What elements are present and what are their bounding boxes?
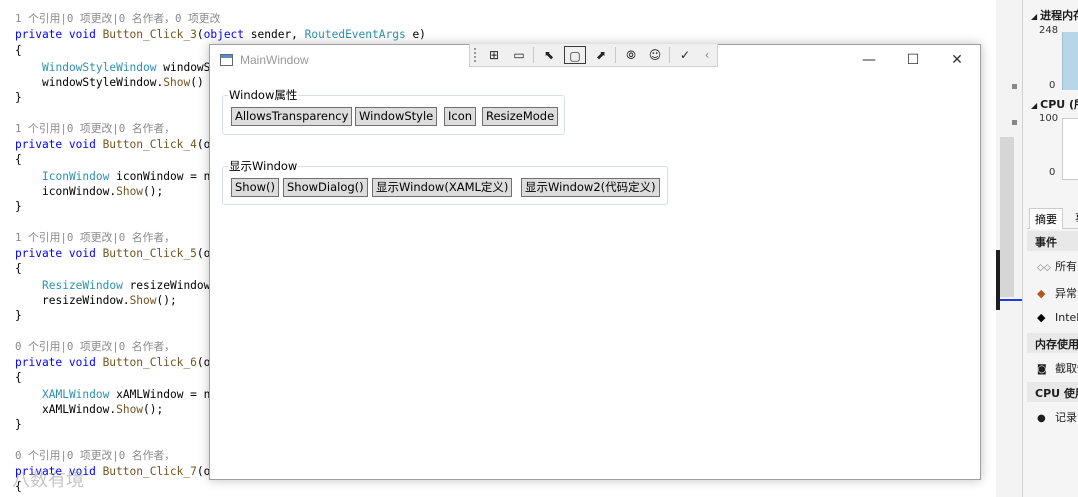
scroll-caret-marker: [996, 250, 1000, 310]
track-focus-icon[interactable]: ⬉: [538, 46, 560, 64]
code-statement: iconWindow.Show();: [42, 185, 164, 198]
cpu-header[interactable]: ◢CPU (所有: [1031, 96, 1078, 112]
codelens-info[interactable]: 1 个引用|0 项更改|0 名作者，0 项更改: [15, 12, 220, 26]
icon-button[interactable]: Icon: [444, 107, 477, 126]
window-style-button[interactable]: WindowStyle: [355, 107, 438, 126]
minimize-button[interactable]: —: [846, 45, 892, 75]
codelens-info[interactable]: 1 个引用|0 项更改|0 名作者，: [15, 231, 175, 245]
show-code-window-button[interactable]: 显示Window2(代码定义): [521, 178, 660, 197]
scroll-marker: [1012, 120, 1017, 125]
watermark: 八数有境: [12, 470, 84, 491]
diagnostic-tools-panel: ◢进程内存 248 0 ◢CPU (所有 100 0 摘要 事件 事件 ◇◇所有…: [1022, 0, 1078, 497]
intellitrace-diamond-icon: ◆: [1037, 311, 1046, 324]
show-button[interactable]: Show(): [231, 178, 280, 197]
exception-diamond-icon: ◆: [1037, 287, 1046, 300]
method-signature-button-click-4: private void Button_Click_4(o: [15, 138, 211, 151]
scroll-position-marker: [1000, 299, 1022, 301]
code-statement: WindowStyleWindow windowS: [42, 61, 211, 74]
code-brace: {: [15, 371, 22, 384]
method-signature-button-click-6: private void Button_Click_6(o: [15, 356, 211, 369]
code-brace: }: [15, 418, 22, 431]
record-dot-icon: ●: [1037, 413, 1046, 424]
memory-chart: [1062, 32, 1078, 90]
codelens-info[interactable]: 1 个引用|0 项更改|0 名作者，: [15, 122, 175, 136]
hot-reload-icon[interactable]: ⬈: [590, 46, 612, 64]
memory-max-label: 248: [1039, 25, 1059, 36]
cpu-max-label: 100: [1039, 113, 1059, 124]
tab-summary[interactable]: 摘要: [1029, 208, 1063, 229]
cpu-min-label: 0: [1049, 167, 1056, 178]
code-brace: }: [15, 309, 22, 322]
cpu-chart: [1062, 118, 1078, 180]
show-layout-icon[interactable]: ▢: [564, 46, 586, 64]
code-brace: {: [15, 44, 22, 57]
cpu-usage-section-header: CPU 使用率: [1027, 382, 1078, 402]
collapse-icon[interactable]: ‹: [696, 46, 718, 64]
toolbar-separator: [533, 47, 534, 63]
memory-usage-section-header: 内存使用率: [1027, 333, 1078, 353]
collapse-triangle-icon: ◢: [1031, 101, 1038, 110]
code-statement: resizeWindow.Show();: [42, 294, 177, 307]
code-statement: XAMLWindow xAMLWindow = n: [42, 388, 211, 401]
close-button[interactable]: ✕: [934, 45, 980, 75]
camera-icon: ◙: [1037, 364, 1047, 375]
accessibility-icon[interactable]: ☺: [644, 46, 666, 64]
code-brace: }: [15, 200, 22, 213]
show-window-group-header: 显示Window: [228, 158, 299, 174]
main-window: MainWindow — ☐ ✕ Window属性 AllowsTranspar…: [209, 44, 981, 480]
event-exceptions-item[interactable]: ◆ 异常: [1037, 285, 1077, 301]
resize-mode-button[interactable]: ResizeMode: [482, 107, 559, 126]
maximize-button[interactable]: ☐: [890, 45, 936, 75]
code-statement: IconWindow iconWindow = n: [42, 170, 211, 183]
window-app-icon: [220, 54, 233, 66]
code-statement: ResizeWindow resizeWindow: [42, 279, 211, 292]
code-statement: windowStyleWindow.Show(): [42, 76, 204, 89]
display-adorners-icon[interactable]: ▭: [508, 46, 530, 64]
collapse-triangle-icon: ◢: [1031, 12, 1038, 21]
codelens-info[interactable]: 0 个引用|0 项更改|0 名作者，: [15, 449, 175, 463]
code-brace: {: [15, 153, 22, 166]
code-brace: {: [15, 262, 22, 275]
event-all-icon: ◇◇: [1037, 263, 1051, 273]
allows-transparency-button[interactable]: AllowsTransparency: [231, 107, 353, 126]
snapshot-button[interactable]: ◙截取快照: [1037, 360, 1078, 376]
method-signature-button-click-5: private void Button_Click_5(o: [15, 247, 211, 260]
window-title: MainWindow: [240, 53, 309, 67]
method-signature-button-click-3: private void Button_Click_3(object sende…: [15, 28, 426, 41]
scroll-marker: [1012, 84, 1017, 89]
toolbar-grip[interactable]: [474, 48, 478, 62]
show-dialog-button[interactable]: ShowDialog(): [283, 178, 368, 197]
events-section-header: 事件: [1027, 231, 1078, 251]
accessibility-check-icon[interactable]: ✓: [674, 46, 696, 64]
editor-scroll-thumb[interactable]: [1000, 137, 1014, 297]
wpf-debug-toolbar: ⊞ ▭ ⬉ ▢ ⬈ ⦾ ☺ ✓ ‹: [469, 44, 718, 67]
binding-failures-icon[interactable]: ⦾: [620, 46, 642, 64]
toolbar-separator: [669, 47, 670, 63]
event-intellitrace-item[interactable]: ◆IntelliTrace: [1037, 311, 1078, 324]
memory-header[interactable]: ◢进程内存: [1031, 7, 1078, 23]
tab-events[interactable]: 事件: [1071, 208, 1078, 229]
show-xaml-window-button[interactable]: 显示Window(XAML定义): [372, 178, 513, 197]
memory-min-label: 0: [1049, 80, 1056, 91]
record-cpu-button[interactable]: ●记录 CPU: [1037, 409, 1078, 425]
code-statement: xAMLWindow.Show();: [42, 403, 164, 416]
event-all-item[interactable]: ◇◇ 所有: [1037, 258, 1077, 274]
toolbar-separator: [615, 47, 616, 63]
select-element-icon[interactable]: ⊞: [483, 46, 505, 64]
code-brace: }: [15, 91, 22, 104]
codelens-info[interactable]: 0 个引用|0 项更改|0 名作者，: [15, 340, 175, 354]
window-properties-group-header: Window属性: [228, 87, 299, 103]
diagnostic-tabs: 摘要 事件: [1027, 208, 1078, 229]
